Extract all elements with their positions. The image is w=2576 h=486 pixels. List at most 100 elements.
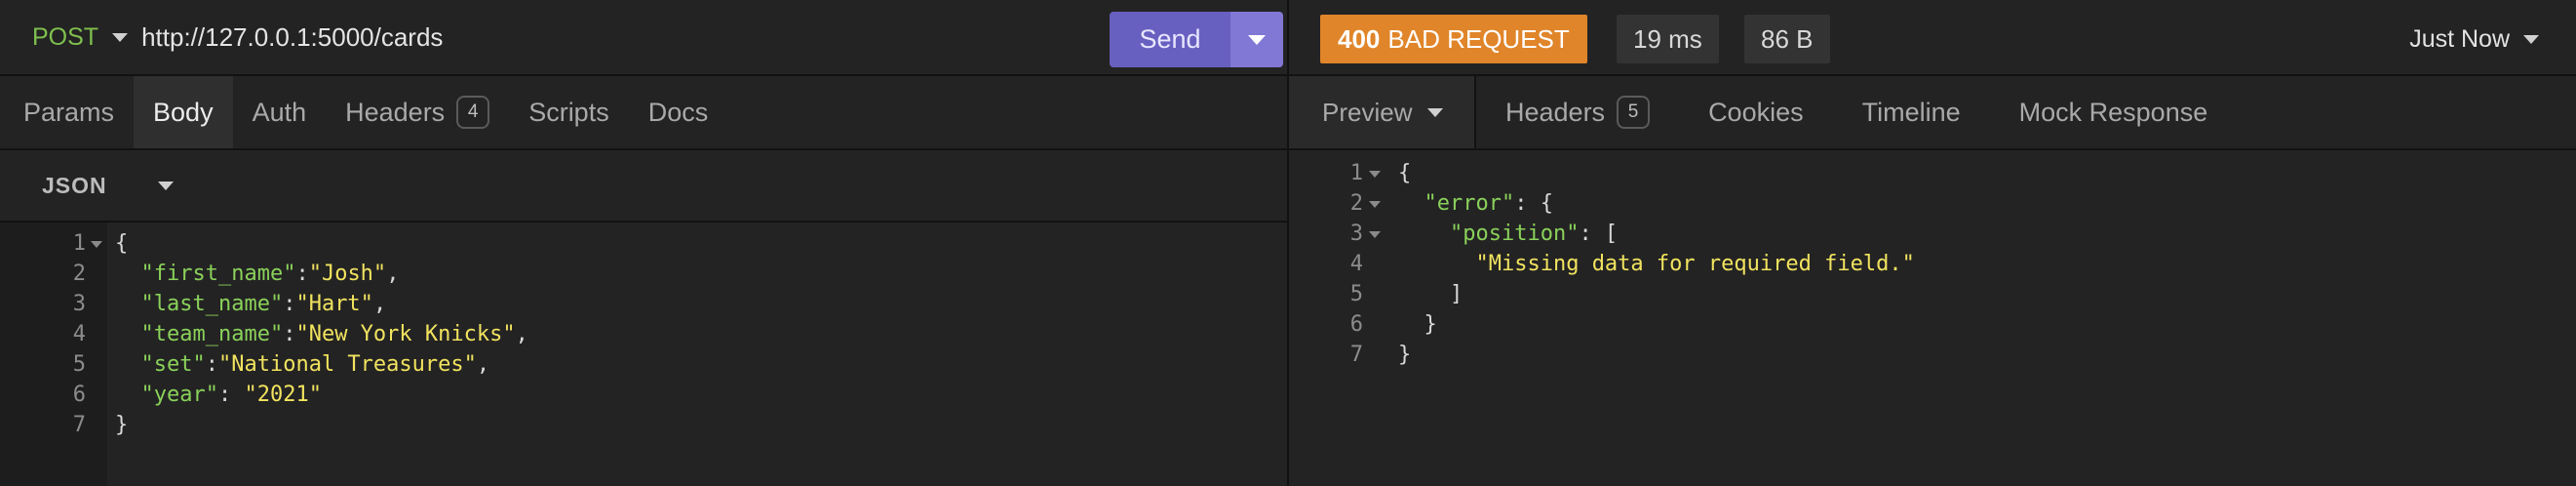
chevron-down-icon	[157, 181, 174, 190]
json-punctuation: :	[283, 322, 296, 346]
json-string: "Missing data for required field."	[1475, 252, 1915, 276]
preview-label: Preview	[1322, 97, 1413, 127]
response-history-dropdown[interactable]: Just Now	[2409, 15, 2539, 63]
response-body-viewer[interactable]: 1 {2 "error": {3 "position": [4 "Missing …	[1289, 150, 2576, 486]
code-text: "Missing data for required field."	[1398, 249, 1915, 279]
code-text: "position": [	[1398, 219, 1618, 249]
tab-label: Cookies	[1708, 97, 1804, 127]
response-status-bar: 400 BAD REQUEST 19 ms 86 B Just Now	[1289, 0, 2576, 76]
json-punctuation: :	[217, 383, 245, 407]
json-punctuation: ,	[476, 352, 490, 377]
response-size: 86 B	[1744, 15, 1830, 63]
chevron-down-icon	[2523, 34, 2539, 44]
url-input[interactable]: http://127.0.0.1:5000/cards	[141, 22, 443, 53]
request-body-editor[interactable]: 1{2 "first_name":"Josh", 3 "last_name":"H…	[0, 223, 1287, 486]
json-key: "set"	[140, 352, 206, 377]
body-type-label: JSON	[42, 172, 107, 198]
tab-label: Docs	[647, 97, 709, 127]
code-text: {	[115, 228, 128, 259]
json-punctuation: :	[205, 352, 218, 377]
status-badge: 400 BAD REQUEST	[1320, 15, 1587, 63]
history-label: Just Now	[2409, 24, 2510, 53]
fold-caret-icon[interactable]	[1369, 231, 1381, 238]
line-number: 7	[1349, 343, 1363, 367]
json-punctuation: ]	[1398, 282, 1464, 306]
line-number: 5	[72, 352, 86, 377]
tab-docs[interactable]: Docs	[629, 76, 728, 148]
json-punctuation: ,	[386, 262, 400, 286]
line-number: 4	[72, 322, 86, 346]
json-punctuation	[1398, 191, 1425, 216]
json-punctuation	[115, 383, 141, 407]
tab-mock-response[interactable]: Mock Response	[1990, 76, 2238, 148]
line-number: 5	[1349, 282, 1363, 306]
tab-timeline[interactable]: Timeline	[1833, 76, 1990, 148]
chevron-down-icon	[1427, 107, 1444, 117]
tab-label: Headers	[1505, 97, 1606, 127]
request-tabs: Params Body Auth Headers 4 Scripts Docs	[0, 76, 1289, 150]
code-text: }	[1398, 340, 1411, 370]
tab-label: Scripts	[528, 97, 609, 127]
send-options-button[interactable]	[1230, 12, 1283, 67]
fold-caret-icon[interactable]	[1369, 201, 1381, 208]
json-key: "team_name"	[140, 322, 284, 346]
json-key: "year"	[140, 383, 218, 407]
code-text: }	[115, 410, 128, 440]
headers-count-badge: 5	[1617, 96, 1651, 129]
body-type-selector[interactable]: JSON	[0, 150, 1289, 223]
line-number: 1	[72, 231, 86, 256]
chevron-down-icon	[1248, 34, 1266, 45]
line-number: 1	[1349, 161, 1363, 185]
tab-cookies[interactable]: Cookies	[1679, 76, 1833, 148]
json-punctuation: : [	[1579, 222, 1619, 246]
status-text: BAD REQUEST	[1387, 23, 1570, 54]
response-time: 19 ms	[1617, 15, 1719, 63]
send-button[interactable]: Send	[1110, 12, 1230, 67]
tab-label: Mock Response	[2018, 97, 2208, 127]
request-pane: POST http://127.0.0.1:5000/cards Send Pa…	[0, 0, 1289, 486]
tab-scripts[interactable]: Scripts	[509, 76, 629, 148]
line-number: 3	[1349, 222, 1363, 246]
preview-mode-dropdown[interactable]: Preview	[1289, 76, 1476, 148]
fold-caret-icon[interactable]	[1369, 171, 1381, 178]
fold-caret-icon[interactable]	[91, 241, 102, 248]
json-punctuation: }	[1398, 343, 1412, 367]
tab-label: Params	[23, 97, 115, 127]
json-key: "first_name"	[140, 262, 296, 286]
line-number: 3	[72, 292, 86, 316]
line-number: 7	[72, 413, 86, 437]
tab-label: Body	[153, 97, 214, 127]
json-punctuation: ,	[515, 322, 528, 346]
code-text: "year": "2021"	[115, 380, 322, 410]
tab-auth[interactable]: Auth	[233, 76, 327, 148]
tab-label: Auth	[252, 97, 307, 127]
json-punctuation	[1398, 252, 1475, 276]
status-code: 400	[1338, 23, 1381, 54]
line-number: 6	[72, 383, 86, 407]
code-text: "team_name":"New York Knicks",	[115, 319, 528, 349]
tab-headers[interactable]: Headers 4	[326, 76, 509, 148]
json-punctuation	[1398, 222, 1450, 246]
json-key: "position"	[1449, 222, 1580, 246]
headers-count-badge: 4	[456, 96, 490, 129]
json-punctuation: }	[1398, 312, 1437, 337]
send-button-group: Send	[1110, 12, 1283, 67]
method-selector[interactable]: POST	[32, 23, 129, 52]
response-pane: 400 BAD REQUEST 19 ms 86 B Just Now Prev…	[1289, 0, 2576, 486]
tab-params[interactable]: Params	[0, 76, 134, 148]
tab-response-headers[interactable]: Headers 5	[1476, 76, 1679, 148]
tab-label: Timeline	[1861, 97, 1961, 127]
code-text: "first_name":"Josh",	[115, 259, 400, 289]
code-text: {	[1398, 158, 1411, 188]
json-punctuation: {	[115, 231, 129, 256]
tab-body[interactable]: Body	[134, 76, 233, 148]
json-string: "National Treasures"	[217, 352, 477, 377]
json-string: "Hart"	[295, 292, 373, 316]
json-punctuation: }	[115, 413, 129, 437]
json-string: "2021"	[244, 383, 322, 407]
app-window: POST http://127.0.0.1:5000/cards Send Pa…	[0, 0, 2576, 486]
tab-label: Headers	[345, 97, 446, 127]
code-text: "set":"National Treasures",	[115, 349, 490, 380]
code-text: "last_name":"Hart",	[115, 289, 387, 319]
chevron-down-icon	[112, 32, 129, 42]
